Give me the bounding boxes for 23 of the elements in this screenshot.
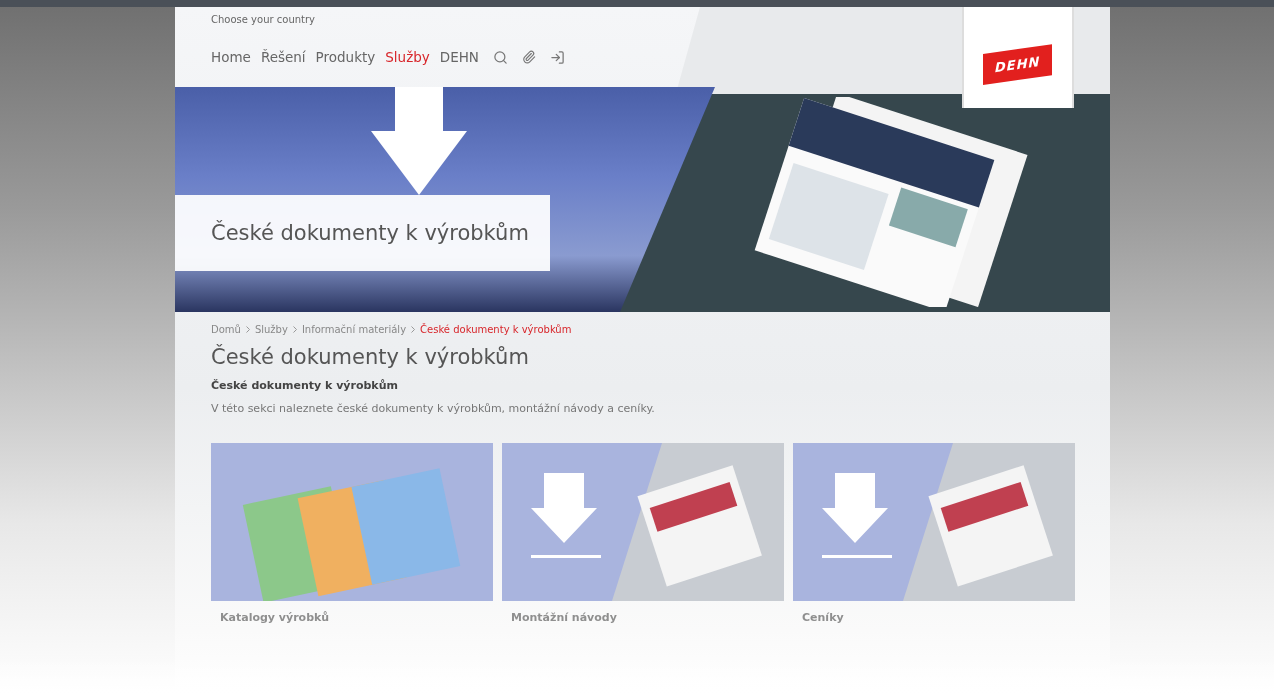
nav-link[interactable]: Produkty xyxy=(315,49,376,65)
nav-link[interactable]: DEHN xyxy=(439,49,479,65)
nav-link[interactable]: Řešení xyxy=(260,49,306,65)
breadcrumb-link[interactable]: Informační materiály xyxy=(301,324,407,335)
paperclip-icon[interactable] xyxy=(522,50,536,64)
intro-text: V této sekci naleznete české dokumenty k výrobkům, montážní návody a ceníky. xyxy=(211,402,656,415)
breadcrumb-link[interactable]: Domů xyxy=(211,324,241,335)
nav-link[interactable]: Služby xyxy=(385,49,430,65)
card-title[interactable]: Ceníky xyxy=(793,601,1075,634)
chevron-icon xyxy=(411,326,416,333)
breadcrumb-link[interactable]: České dokumenty k výrobkům xyxy=(420,324,572,335)
logo[interactable]: DEHN xyxy=(962,7,1074,108)
hero-title: České dokumenty k výrobkům xyxy=(211,221,529,245)
page-title: České dokumenty k výrobkům xyxy=(211,345,530,369)
chevron-icon xyxy=(245,326,250,333)
breadcrumb-link[interactable]: Služby xyxy=(254,324,288,335)
nav-link[interactable]: Home xyxy=(211,49,251,65)
search-icon[interactable] xyxy=(493,49,508,65)
chevron-icon xyxy=(292,326,297,333)
login-icon[interactable] xyxy=(550,49,565,65)
card-title[interactable]: Katalogy výrobků xyxy=(211,601,493,634)
card-title[interactable]: Montážní návody xyxy=(502,601,784,634)
section-subtitle: České dokumenty k výrobkům xyxy=(211,379,399,392)
